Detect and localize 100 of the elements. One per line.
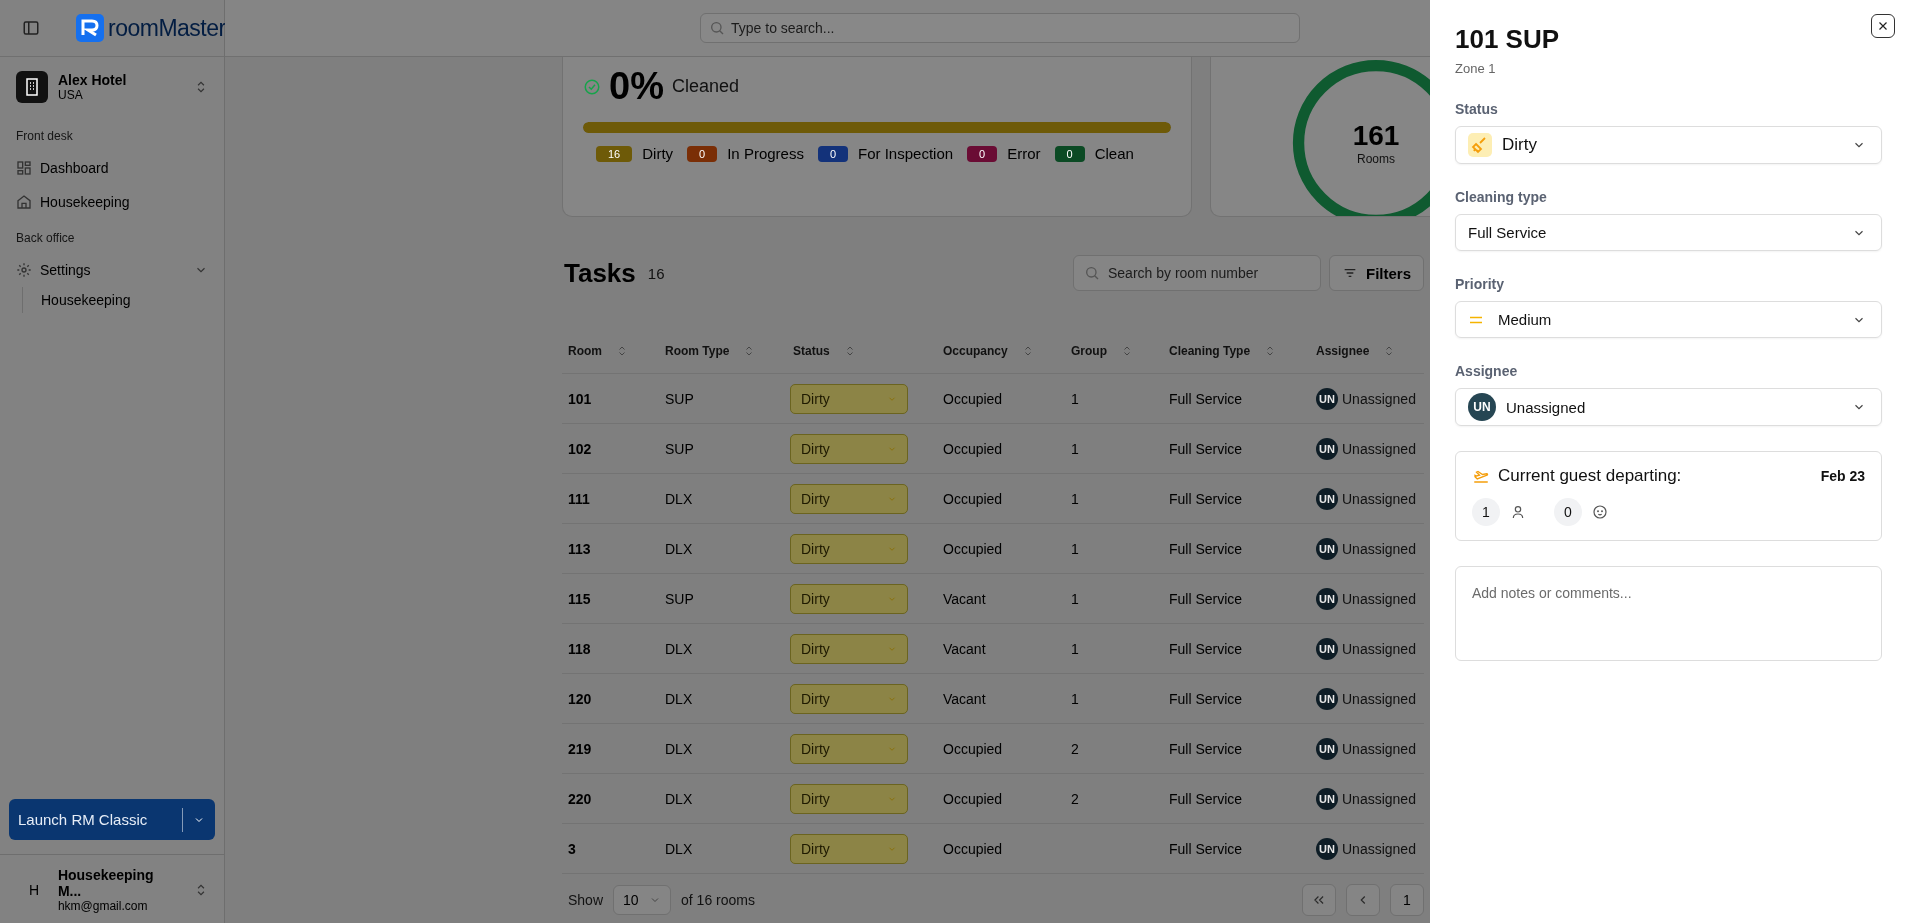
- table-cell: DLX: [665, 540, 693, 557]
- table-cell: DLX: [665, 490, 693, 507]
- table-cell: Occupied: [943, 440, 1003, 457]
- nav-subitem[interactable]: Housekeeping: [41, 287, 224, 313]
- assignee-name: Unassigned: [1342, 640, 1416, 657]
- table-cell: Full Service: [1169, 840, 1243, 857]
- notes-field[interactable]: Add notes or comments...: [1455, 566, 1882, 661]
- column-header[interactable]: Status: [787, 343, 937, 358]
- column-header[interactable]: Group: [1065, 343, 1163, 358]
- nav-item[interactable]: Housekeeping: [0, 185, 224, 219]
- status-dropdown[interactable]: Dirty: [790, 733, 908, 764]
- sort-icon[interactable]: [616, 344, 628, 357]
- select-field[interactable]: Full Service: [1455, 214, 1882, 251]
- column-header[interactable]: Occupancy: [937, 343, 1065, 358]
- status-dropdown[interactable]: Dirty: [790, 833, 908, 864]
- launch-button[interactable]: Launch RM Classic: [9, 799, 215, 840]
- select-field[interactable]: Medium: [1455, 301, 1882, 338]
- status-dropdown[interactable]: Dirty: [790, 633, 908, 664]
- table-cell: Full Service: [1169, 590, 1243, 607]
- legend-label: Dirty: [642, 145, 674, 162]
- column-header[interactable]: Room: [562, 343, 659, 358]
- column-header[interactable]: Cleaning Type: [1163, 343, 1310, 358]
- field-label: Status: [1455, 101, 1499, 117]
- table-cell: Occupied: [943, 540, 1003, 557]
- assignee-avatar: UN: [1316, 537, 1338, 560]
- sort-icon[interactable]: [1121, 344, 1133, 357]
- close-button[interactable]: [1871, 14, 1895, 38]
- count-badge: 0: [967, 145, 998, 162]
- property-name: Alex Hotel: [58, 72, 127, 88]
- departure-label: Current guest departing:: [1498, 466, 1682, 486]
- adults-count: 1: [1472, 498, 1500, 526]
- status-dropdown[interactable]: Dirty: [790, 433, 908, 464]
- sidebar-toggle-icon[interactable]: [22, 19, 40, 37]
- double-chevron-left-icon: [1312, 893, 1326, 907]
- table-cell: Occupied: [943, 740, 1003, 757]
- tasks-title: Tasks: [564, 257, 636, 289]
- table-cell: DLX: [665, 840, 693, 857]
- status-dropdown[interactable]: Dirty: [790, 483, 908, 514]
- table-cell: 120: [568, 690, 592, 707]
- table-cell: 1: [1071, 640, 1079, 657]
- settings-icon: [16, 262, 32, 278]
- table-cell: 2: [1071, 790, 1079, 807]
- filters-button[interactable]: Filters: [1329, 255, 1424, 291]
- table-cell: Full Service: [1169, 690, 1243, 707]
- table-cell: 102: [568, 440, 592, 457]
- field-label: Cleaning type: [1455, 189, 1548, 205]
- assignee-name: Unassigned: [1342, 540, 1416, 557]
- column-header[interactable]: Assignee: [1310, 343, 1424, 358]
- assignee-avatar: UN: [1316, 787, 1338, 810]
- legend-label: Error: [1007, 145, 1041, 162]
- status-dropdown[interactable]: Dirty: [790, 383, 908, 414]
- assignee-avatar: UN: [1316, 687, 1338, 710]
- table-cell: 1: [1071, 440, 1079, 457]
- table-cell: 111: [568, 490, 590, 507]
- status-dropdown[interactable]: Dirty: [790, 583, 908, 614]
- table-cell: Occupied: [943, 790, 1003, 807]
- assignee-avatar: UN: [1316, 487, 1338, 510]
- assignee-avatar: UN: [1468, 393, 1496, 421]
- table-cell: Full Service: [1169, 640, 1243, 657]
- tasks-count: 16: [647, 264, 665, 282]
- first-page-button[interactable]: [1302, 884, 1336, 916]
- table-cell: DLX: [665, 790, 693, 807]
- page-button[interactable]: 1: [1390, 884, 1424, 916]
- previous-page-button[interactable]: [1346, 884, 1380, 916]
- broom-icon: [1468, 133, 1492, 157]
- table-cell: 1: [1071, 390, 1079, 407]
- search-field[interactable]: Type to search...: [700, 13, 1300, 43]
- status-dropdown[interactable]: Dirty: [790, 533, 908, 564]
- assignee-avatar: UN: [1316, 387, 1338, 410]
- status-dropdown[interactable]: Dirty: [790, 683, 908, 714]
- table-cell: 1: [1071, 490, 1079, 507]
- table-cell: 2: [1071, 740, 1079, 757]
- person-icon: [1510, 504, 1526, 520]
- legend-label: For Inspection: [858, 145, 954, 162]
- search-icon: [709, 20, 725, 36]
- cleaned-label: Cleaned: [671, 76, 739, 97]
- page-size-dropdown[interactable]: 10: [613, 885, 672, 915]
- count-badge: 0: [817, 145, 849, 162]
- departure-date: Feb 23: [1820, 468, 1865, 484]
- user-avatar: H: [27, 882, 40, 898]
- select-field[interactable]: Dirty: [1455, 126, 1882, 164]
- rooms-count: 161: [1352, 120, 1400, 152]
- nav-item[interactable]: Settings: [0, 253, 224, 287]
- user-email: hkm@gmail.com: [57, 899, 149, 913]
- logo-text: roomMaster: [108, 14, 226, 42]
- user-name: Housekeeping M...: [57, 867, 155, 899]
- status-dropdown[interactable]: Dirty: [790, 783, 908, 814]
- count-badge: 16: [596, 145, 633, 162]
- assignee-name: Unassigned: [1342, 840, 1416, 857]
- assignee-avatar: UN: [1316, 637, 1338, 660]
- table-cell: 113: [568, 540, 591, 557]
- assignee-name: Unassigned: [1342, 690, 1416, 707]
- table-cell: 118: [568, 640, 591, 657]
- table-cell: Full Service: [1169, 540, 1243, 557]
- nav-item[interactable]: Dashboard: [0, 151, 224, 185]
- room-search-field[interactable]: Search by room number: [1073, 255, 1321, 291]
- section-heading: Front desk: [15, 128, 74, 145]
- table-cell: Full Service: [1169, 740, 1243, 757]
- select-field[interactable]: UN Unassigned: [1455, 388, 1882, 426]
- column-header[interactable]: Room Type: [659, 343, 787, 358]
